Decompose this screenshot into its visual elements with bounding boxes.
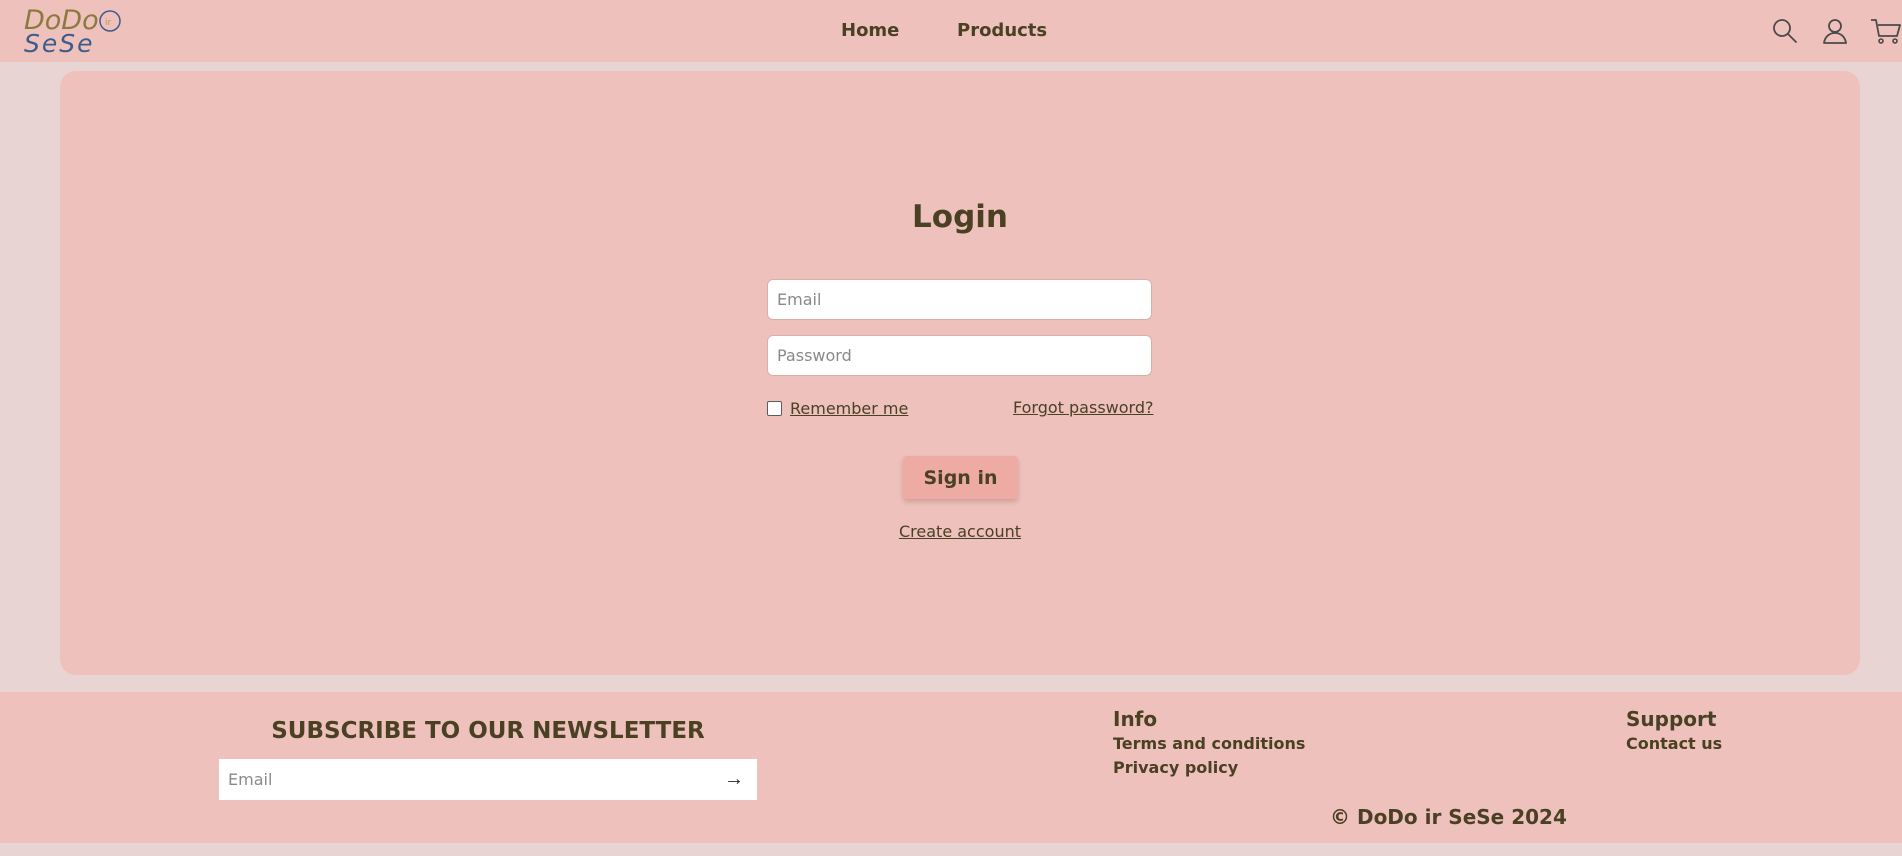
main-nav: Home Products [0,20,1902,44]
email-input[interactable] [767,279,1152,320]
remember-me-checkbox[interactable] [767,400,782,416]
terms-link[interactable]: Terms and conditions [1113,734,1305,753]
sign-in-button[interactable]: Sign in [903,456,1018,499]
remember-me-label[interactable]: Remember me [790,399,908,418]
newsletter-submit-arrow-icon[interactable]: → [719,765,749,793]
forgot-password-link[interactable]: Forgot password? [1013,398,1153,417]
password-input[interactable] [767,335,1152,376]
nav-products-link[interactable]: Products [957,20,1047,41]
newsletter-form: → [219,759,757,800]
create-account-link[interactable]: Create account [899,522,1021,541]
search-icon[interactable] [1771,17,1799,45]
footer-info-title: Info [1113,707,1158,731]
newsletter-email-input[interactable] [219,759,699,800]
copyright: © DoDo ir SeSe 2024 [1330,805,1567,829]
account-icon[interactable] [1821,17,1849,45]
footer-support-title: Support [1626,707,1717,731]
contact-link[interactable]: Contact us [1626,734,1722,753]
site-header: DoDo ir SeSe Home Products [0,0,1902,62]
privacy-link[interactable]: Privacy policy [1113,758,1238,777]
login-title: Login [912,199,1008,235]
nav-home-link[interactable]: Home [841,20,899,41]
login-card: Login Remember me Forgot password? Sign … [60,71,1860,675]
site-footer: SUBSCRIBE TO OUR NEWSLETTER → Info Terms… [0,692,1902,843]
create-account-row: Create account [60,522,1860,541]
remember-me-row: Remember me [767,398,908,418]
cart-icon[interactable] [1870,17,1902,45]
newsletter-title: SUBSCRIBE TO OUR NEWSLETTER [271,718,705,744]
